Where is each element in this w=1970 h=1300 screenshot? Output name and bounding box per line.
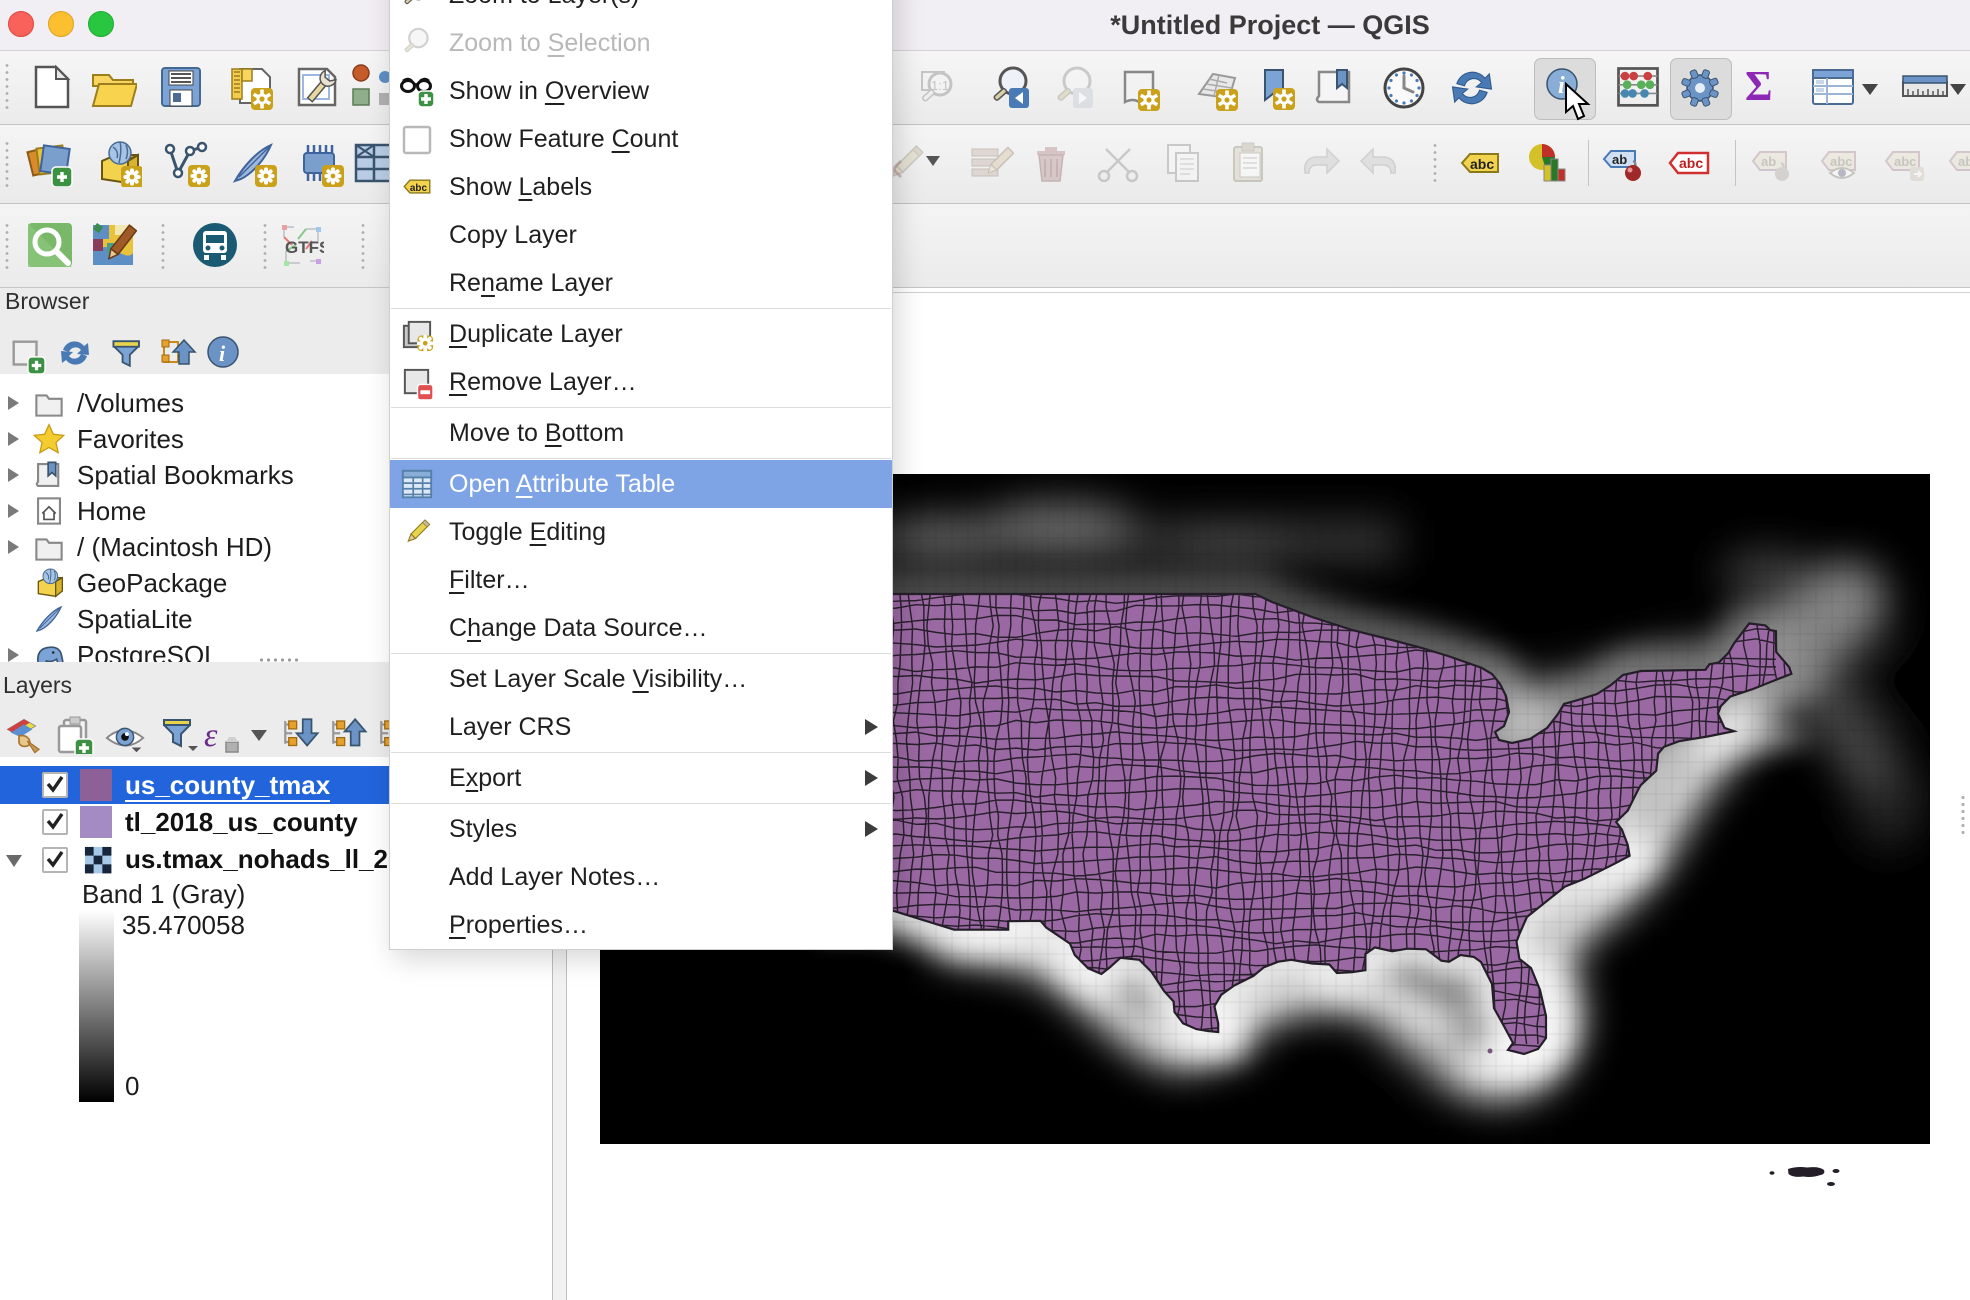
svg-text:ε: ε xyxy=(204,717,218,754)
svg-text:i: i xyxy=(219,341,226,366)
svg-text:abc: abc xyxy=(1894,154,1916,169)
svg-text:ab: ab xyxy=(1958,154,1970,169)
svg-text:abc: abc xyxy=(1470,156,1494,172)
svg-text:Σ: Σ xyxy=(1745,64,1772,110)
svg-text:abc: abc xyxy=(410,183,428,194)
svg-text:ab: ab xyxy=(1612,152,1627,167)
svg-text:abc: abc xyxy=(1679,155,1703,171)
svg-text:GTFS: GTFS xyxy=(285,238,324,257)
svg-text:abc: abc xyxy=(1830,154,1852,169)
svg-text:ab: ab xyxy=(1761,154,1776,169)
